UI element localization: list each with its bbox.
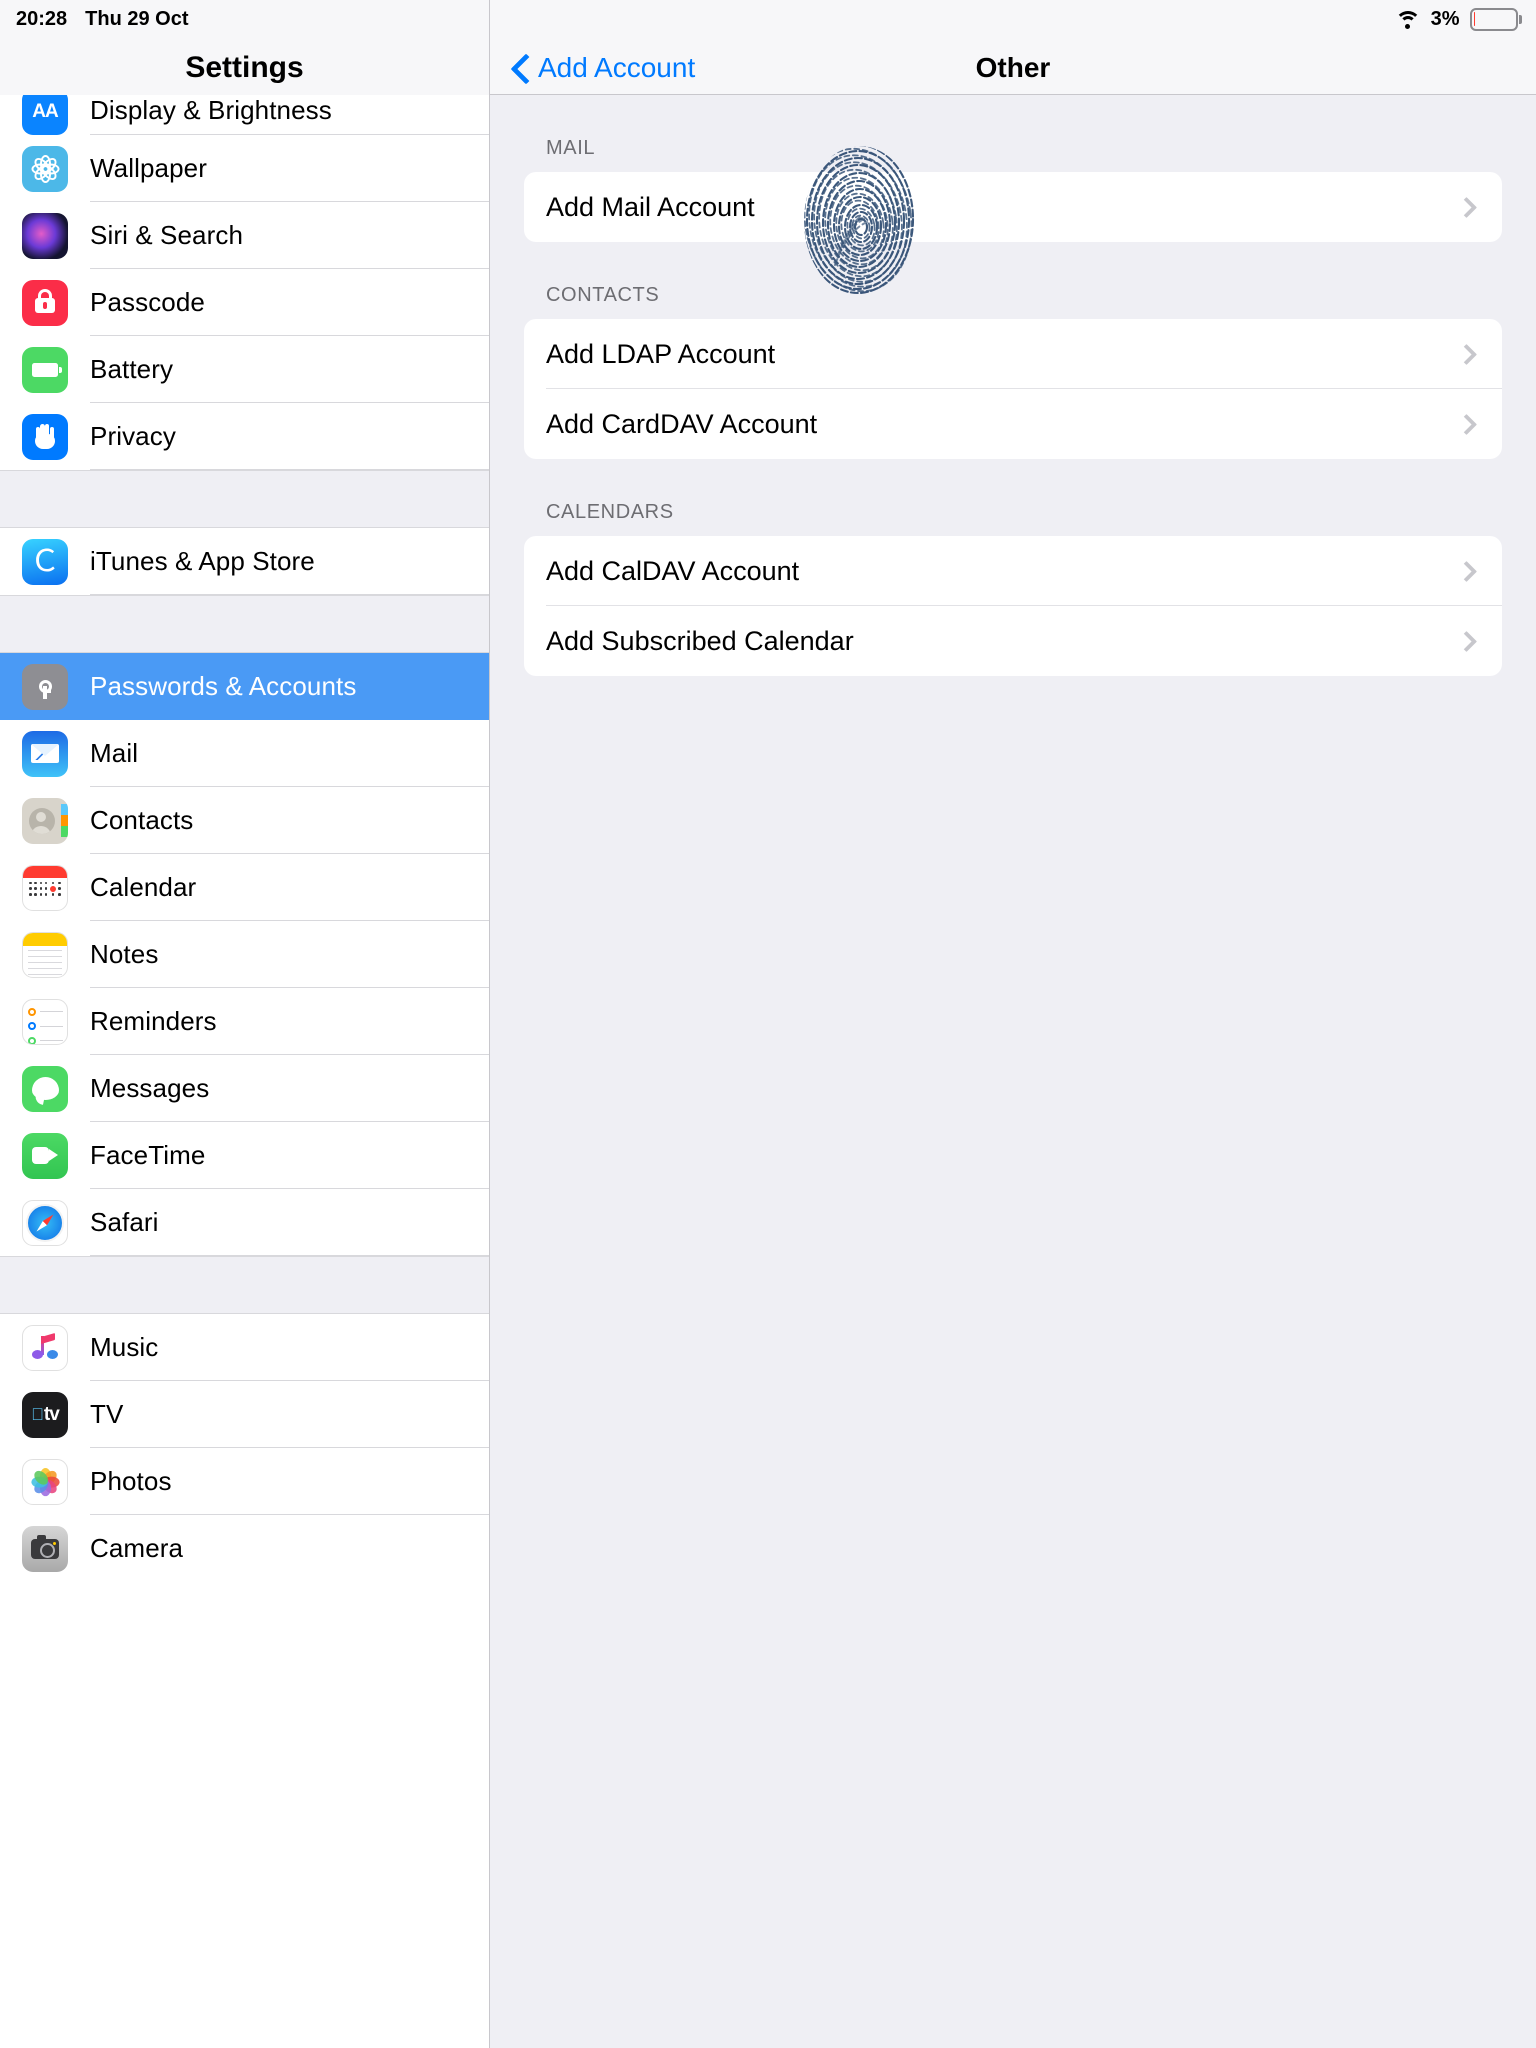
sidebar-item-contacts[interactable]: Contacts <box>0 787 489 854</box>
photos-pinwheel-icon <box>22 1458 68 1505</box>
sidebar-item-label: Mail <box>90 738 139 768</box>
sidebar-item-camera[interactable]: Camera <box>0 1515 489 1582</box>
sidebar-item-reminders[interactable]: Reminders <box>0 988 489 1055</box>
sidebar-item-label: Passcode <box>90 287 205 317</box>
key-icon <box>22 663 68 710</box>
sidebar-item-label: Safari <box>90 1207 159 1237</box>
siri-search-icon <box>22 212 68 259</box>
sidebar-item-mail[interactable]: Mail <box>0 720 489 787</box>
sidebar-group-separator <box>0 470 489 528</box>
section-header-contacts: CONTACTS <box>546 284 660 306</box>
row-add-carddav-account[interactable]: Add CardDAV Account <box>524 389 1502 459</box>
settings-sidebar: Settings AA Display & Brightness Wallpaper… <box>0 0 490 2048</box>
back-button-label: Add Account <box>538 52 696 83</box>
ipad-settings-screen: Settings AA Display & Brightness Wallpaper… <box>0 0 1536 2048</box>
back-button[interactable]: Add Account <box>512 52 695 84</box>
apple-tv-icon: tv <box>22 1391 68 1438</box>
row-add-mail-account[interactable]: Add Mail Account <box>524 172 1502 242</box>
sidebar-header: Settings <box>0 0 489 95</box>
sidebar-list: AA Display & Brightness Wallpaper Siri & Se… <box>0 95 489 1582</box>
row-add-caldav-account[interactable]: Add CalDAV Account <box>524 536 1502 606</box>
calendar-icon <box>22 864 68 911</box>
sidebar-item-label: Notes <box>90 939 159 969</box>
wallpaper-icon <box>22 145 68 192</box>
sidebar-item-siri-search[interactable]: Siri & Search <box>0 202 489 269</box>
row-separator <box>90 594 489 595</box>
section-header-mail: MAIL <box>546 137 596 159</box>
chevron-right-icon <box>1455 196 1478 218</box>
detail-navbar: Add Account Other <box>490 0 1536 95</box>
sidebar-item-label: Music <box>90 1332 159 1362</box>
sidebar-item-battery[interactable]: Battery <box>0 336 489 403</box>
sidebar-item-facetime[interactable]: FaceTime <box>0 1122 489 1189</box>
row-label: Add CalDAV Account <box>546 555 800 586</box>
passcode-lock-icon <box>22 279 68 326</box>
battery-icon <box>22 346 68 393</box>
sidebar-item-privacy[interactable]: Privacy <box>0 403 489 470</box>
sidebar-group-separator <box>0 1256 489 1314</box>
chevron-right-icon <box>1455 413 1478 435</box>
safari-compass-icon <box>22 1199 68 1246</box>
sidebar-item-music[interactable]: Music <box>0 1314 489 1381</box>
sidebar-item-label: Battery <box>90 354 174 384</box>
sidebar-item-label: Photos <box>90 1466 172 1496</box>
messages-icon <box>22 1065 68 1112</box>
sidebar-item-label: Wallpaper <box>90 153 207 183</box>
camera-icon <box>22 1525 68 1572</box>
display-brightness-icon: AA <box>22 95 68 135</box>
sidebar-item-tv[interactable]: tv TV <box>0 1381 489 1448</box>
row-label: Add CardDAV Account <box>546 408 818 439</box>
sidebar-group-separator <box>0 595 489 653</box>
detail-pane: Add Account Other MAIL Add Mail Account CO… <box>490 0 1536 2048</box>
row-add-ldap-account[interactable]: Add LDAP Account <box>524 319 1502 389</box>
sidebar-item-calendar[interactable]: Calendar <box>0 854 489 921</box>
reminders-icon <box>22 998 68 1045</box>
sidebar-item-label: Passwords & Accounts <box>90 671 357 701</box>
detail-content: MAIL Add Mail Account CONTACTS Add LDAP Acc… <box>490 95 1536 676</box>
row-label: Add LDAP Account <box>546 338 776 369</box>
page-title: Settings <box>185 51 304 84</box>
chevron-right-icon <box>1455 343 1478 365</box>
contacts-icon <box>22 797 68 844</box>
chevron-left-icon <box>512 54 530 82</box>
sidebar-item-wallpaper[interactable]: Wallpaper <box>0 135 489 202</box>
section-card-mail: Add Mail Account <box>524 172 1502 242</box>
row-add-subscribed-calendar[interactable]: Add Subscribed Calendar <box>524 606 1502 676</box>
sidebar-item-label: Reminders <box>90 1006 217 1036</box>
chevron-right-icon <box>1455 560 1478 582</box>
sidebar-item-passwords-accounts[interactable]: Passwords & Accounts <box>0 653 489 720</box>
facetime-icon <box>22 1132 68 1179</box>
row-label: Add Subscribed Calendar <box>546 625 854 656</box>
section-header-calendars: CALENDARS <box>546 501 674 523</box>
row-label: Add Mail Account <box>546 191 755 222</box>
sidebar-item-label: Messages <box>90 1073 210 1103</box>
chevron-right-icon <box>1455 630 1478 652</box>
sidebar-item-itunes-app-store[interactable]: ＣiTunes & App Store <box>0 528 489 595</box>
music-note-icon <box>22 1324 68 1371</box>
sidebar-item-passcode[interactable]: Passcode <box>0 269 489 336</box>
row-separator <box>90 1255 489 1256</box>
sidebar-item-label: Contacts <box>90 805 194 835</box>
sidebar-item-safari[interactable]: Safari <box>0 1189 489 1256</box>
app-store-icon: Ｃ <box>22 538 68 585</box>
section-card-contacts: Add LDAP Account Add CardDAV Account <box>524 319 1502 459</box>
sidebar-item-label: iTunes & App Store <box>90 546 315 576</box>
sidebar-item-label: Display & Brightness <box>90 95 332 125</box>
sidebar-item-label: FaceTime <box>90 1140 206 1170</box>
sidebar-item-label: Privacy <box>90 421 176 451</box>
sidebar-item-photos[interactable]: Photos <box>0 1448 489 1515</box>
sidebar-item-label: Calendar <box>90 872 197 902</box>
mail-envelope-icon <box>22 730 68 777</box>
sidebar-item-label: TV <box>90 1399 124 1429</box>
section-card-calendars: Add CalDAV Account Add Subscribed Calenda… <box>524 536 1502 676</box>
sidebar-item-label: Siri & Search <box>90 220 244 250</box>
sidebar-item-display-brightness[interactable]: AA Display & Brightness <box>0 95 489 135</box>
sidebar-item-label: Camera <box>90 1533 184 1563</box>
sidebar-item-notes[interactable]: Notes <box>0 921 489 988</box>
sidebar-item-messages[interactable]: Messages <box>0 1055 489 1122</box>
row-separator <box>90 469 489 470</box>
notes-icon <box>22 931 68 978</box>
privacy-hand-icon <box>22 413 68 460</box>
